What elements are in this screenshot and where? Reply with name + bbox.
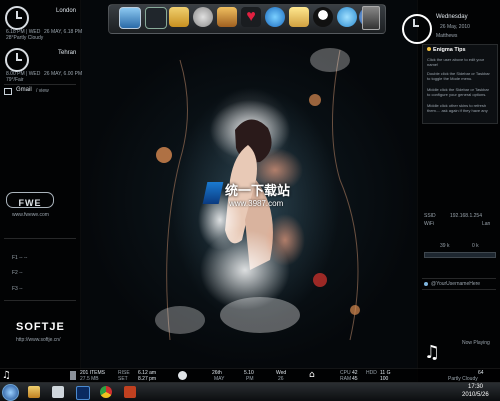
tip-line: Click the user above to edit your name! — [427, 57, 485, 67]
softje-logo: SOFTJE — [16, 321, 65, 333]
qq-penguin-icon[interactable] — [313, 7, 333, 27]
ssid-label: SSID — [424, 213, 436, 219]
taskbar[interactable]: 17:30 2010/5/26 — [0, 382, 500, 401]
divider — [4, 84, 76, 85]
explorer-icon[interactable] — [28, 386, 40, 398]
disk-label: HDD — [366, 370, 377, 376]
date-label: 26 May, 2010 — [440, 24, 470, 30]
speed-down: 39 k — [440, 243, 450, 249]
taskbar-clock[interactable]: 17:30 — [468, 384, 483, 390]
window-icon[interactable] — [52, 386, 64, 398]
twitter-icon — [424, 282, 428, 286]
music-note-icon: ♫ — [424, 342, 441, 363]
clock-weather-text: 28°Partly Cloudy — [6, 35, 44, 41]
heart-icon[interactable]: ♥ — [241, 7, 261, 27]
clock-date-text: 26 MAY, 6.18 PM — [44, 29, 83, 35]
speed-up: 0 k — [472, 243, 479, 249]
watermark-logo-icon — [202, 182, 224, 204]
chrome-icon[interactable] — [100, 386, 112, 398]
fwe-url: www.fwewe.com — [12, 212, 49, 218]
ie-icon[interactable] — [265, 7, 285, 27]
media-icon[interactable] — [124, 386, 136, 398]
gmail-view-link[interactable]: / view — [36, 88, 49, 94]
wifi-label: WiFi — [424, 221, 434, 227]
bulb-icon — [427, 47, 431, 51]
start-button-icon[interactable] — [2, 384, 19, 401]
day-label: Wednesday — [436, 14, 468, 20]
clock-city-label: London — [56, 8, 77, 14]
moon-icon — [178, 371, 187, 380]
watermark-site: www.3987.com — [229, 199, 284, 208]
username-label[interactable]: Matthews — [436, 33, 457, 39]
launcher-item[interactable]: F3 -- — [12, 286, 23, 292]
fwe-logo-text: FWE — [18, 198, 42, 208]
user-icon[interactable] — [337, 7, 357, 27]
clock-weather-text: 79°/Fair — [6, 77, 24, 83]
clock-london-icon — [5, 6, 29, 30]
gmail-label: Gmail — [16, 87, 32, 93]
divider — [4, 300, 76, 301]
traffic-graph — [424, 252, 496, 258]
info-bar[interactable]: ♫ 201 ITEMS 27.5 MB RISE SET 6.12 am 8.2… — [0, 368, 500, 383]
gmail-widget[interactable]: Gmail / view — [4, 87, 76, 95]
now-playing-widget[interactable]: ♫ Now Playing — [422, 338, 496, 366]
tips-title-text: Enigma Tips — [433, 47, 466, 53]
clock-city-label: Tehran — [58, 50, 77, 56]
folder-icon[interactable] — [169, 7, 189, 27]
watermark: 统一下载站 www.3987.com — [202, 180, 315, 212]
media-player-icon[interactable] — [145, 7, 167, 29]
enigma-tips-panel: Enigma Tips Click the user above to edit… — [422, 44, 498, 124]
ssid-value: 192.168.1.254 — [450, 213, 482, 219]
tip-line: Double click the Sidebar or Taskbar to t… — [427, 71, 490, 81]
tips-title: Enigma Tips — [427, 47, 466, 53]
twitter-handle[interactable]: @YourUsernameHere — [431, 281, 480, 287]
now-playing-label: Now Playing — [462, 340, 490, 346]
music-icon: ♫ — [2, 370, 11, 381]
computer-icon[interactable] — [119, 7, 141, 29]
fwe-logo: FWE — [6, 192, 54, 208]
app-dock: ♥ — [108, 4, 386, 34]
notes-icon[interactable] — [289, 7, 309, 27]
divider — [4, 238, 76, 239]
launcher-item[interactable]: F1 -- -- — [12, 255, 27, 261]
clock-date-text: 26 MAY, 6.00 PM — [44, 71, 83, 77]
network-widget: SSID 192.168.1.254 WiFi Lan 39 k 0 k — [422, 210, 496, 260]
watermark-brand: 统一下载站 — [225, 184, 291, 199]
taskbar-date[interactable]: 2010/5/26 — [462, 392, 489, 398]
wifi-value: Lan — [482, 221, 491, 227]
tip-line: Middle click other skins to refresh them… — [427, 103, 488, 113]
tip-line: Middle click the Sidebar or Taskbar to c… — [427, 87, 489, 97]
launcher-item[interactable]: F2 -- — [12, 270, 23, 276]
clock-tehran-icon — [5, 48, 29, 72]
analog-clock-icon — [402, 14, 432, 44]
recycle-bin-icon[interactable] — [362, 6, 380, 30]
softje-url: http://www.softje.cn/ — [16, 337, 61, 343]
mail-icon — [4, 88, 12, 95]
tools-icon[interactable] — [217, 7, 237, 27]
weather-temp: 64 — [478, 370, 484, 376]
photoshop-icon[interactable] — [76, 386, 90, 400]
settings-icon[interactable] — [193, 7, 213, 27]
home-icon[interactable]: ⌂ — [309, 370, 315, 381]
trash-icon[interactable] — [70, 371, 76, 380]
left-sidebar[interactable]: London 6.18 PM | WED 26 MAY, 6.18 PM 28°… — [0, 0, 83, 382]
twitter-widget[interactable]: @YourUsernameHere — [422, 278, 496, 290]
